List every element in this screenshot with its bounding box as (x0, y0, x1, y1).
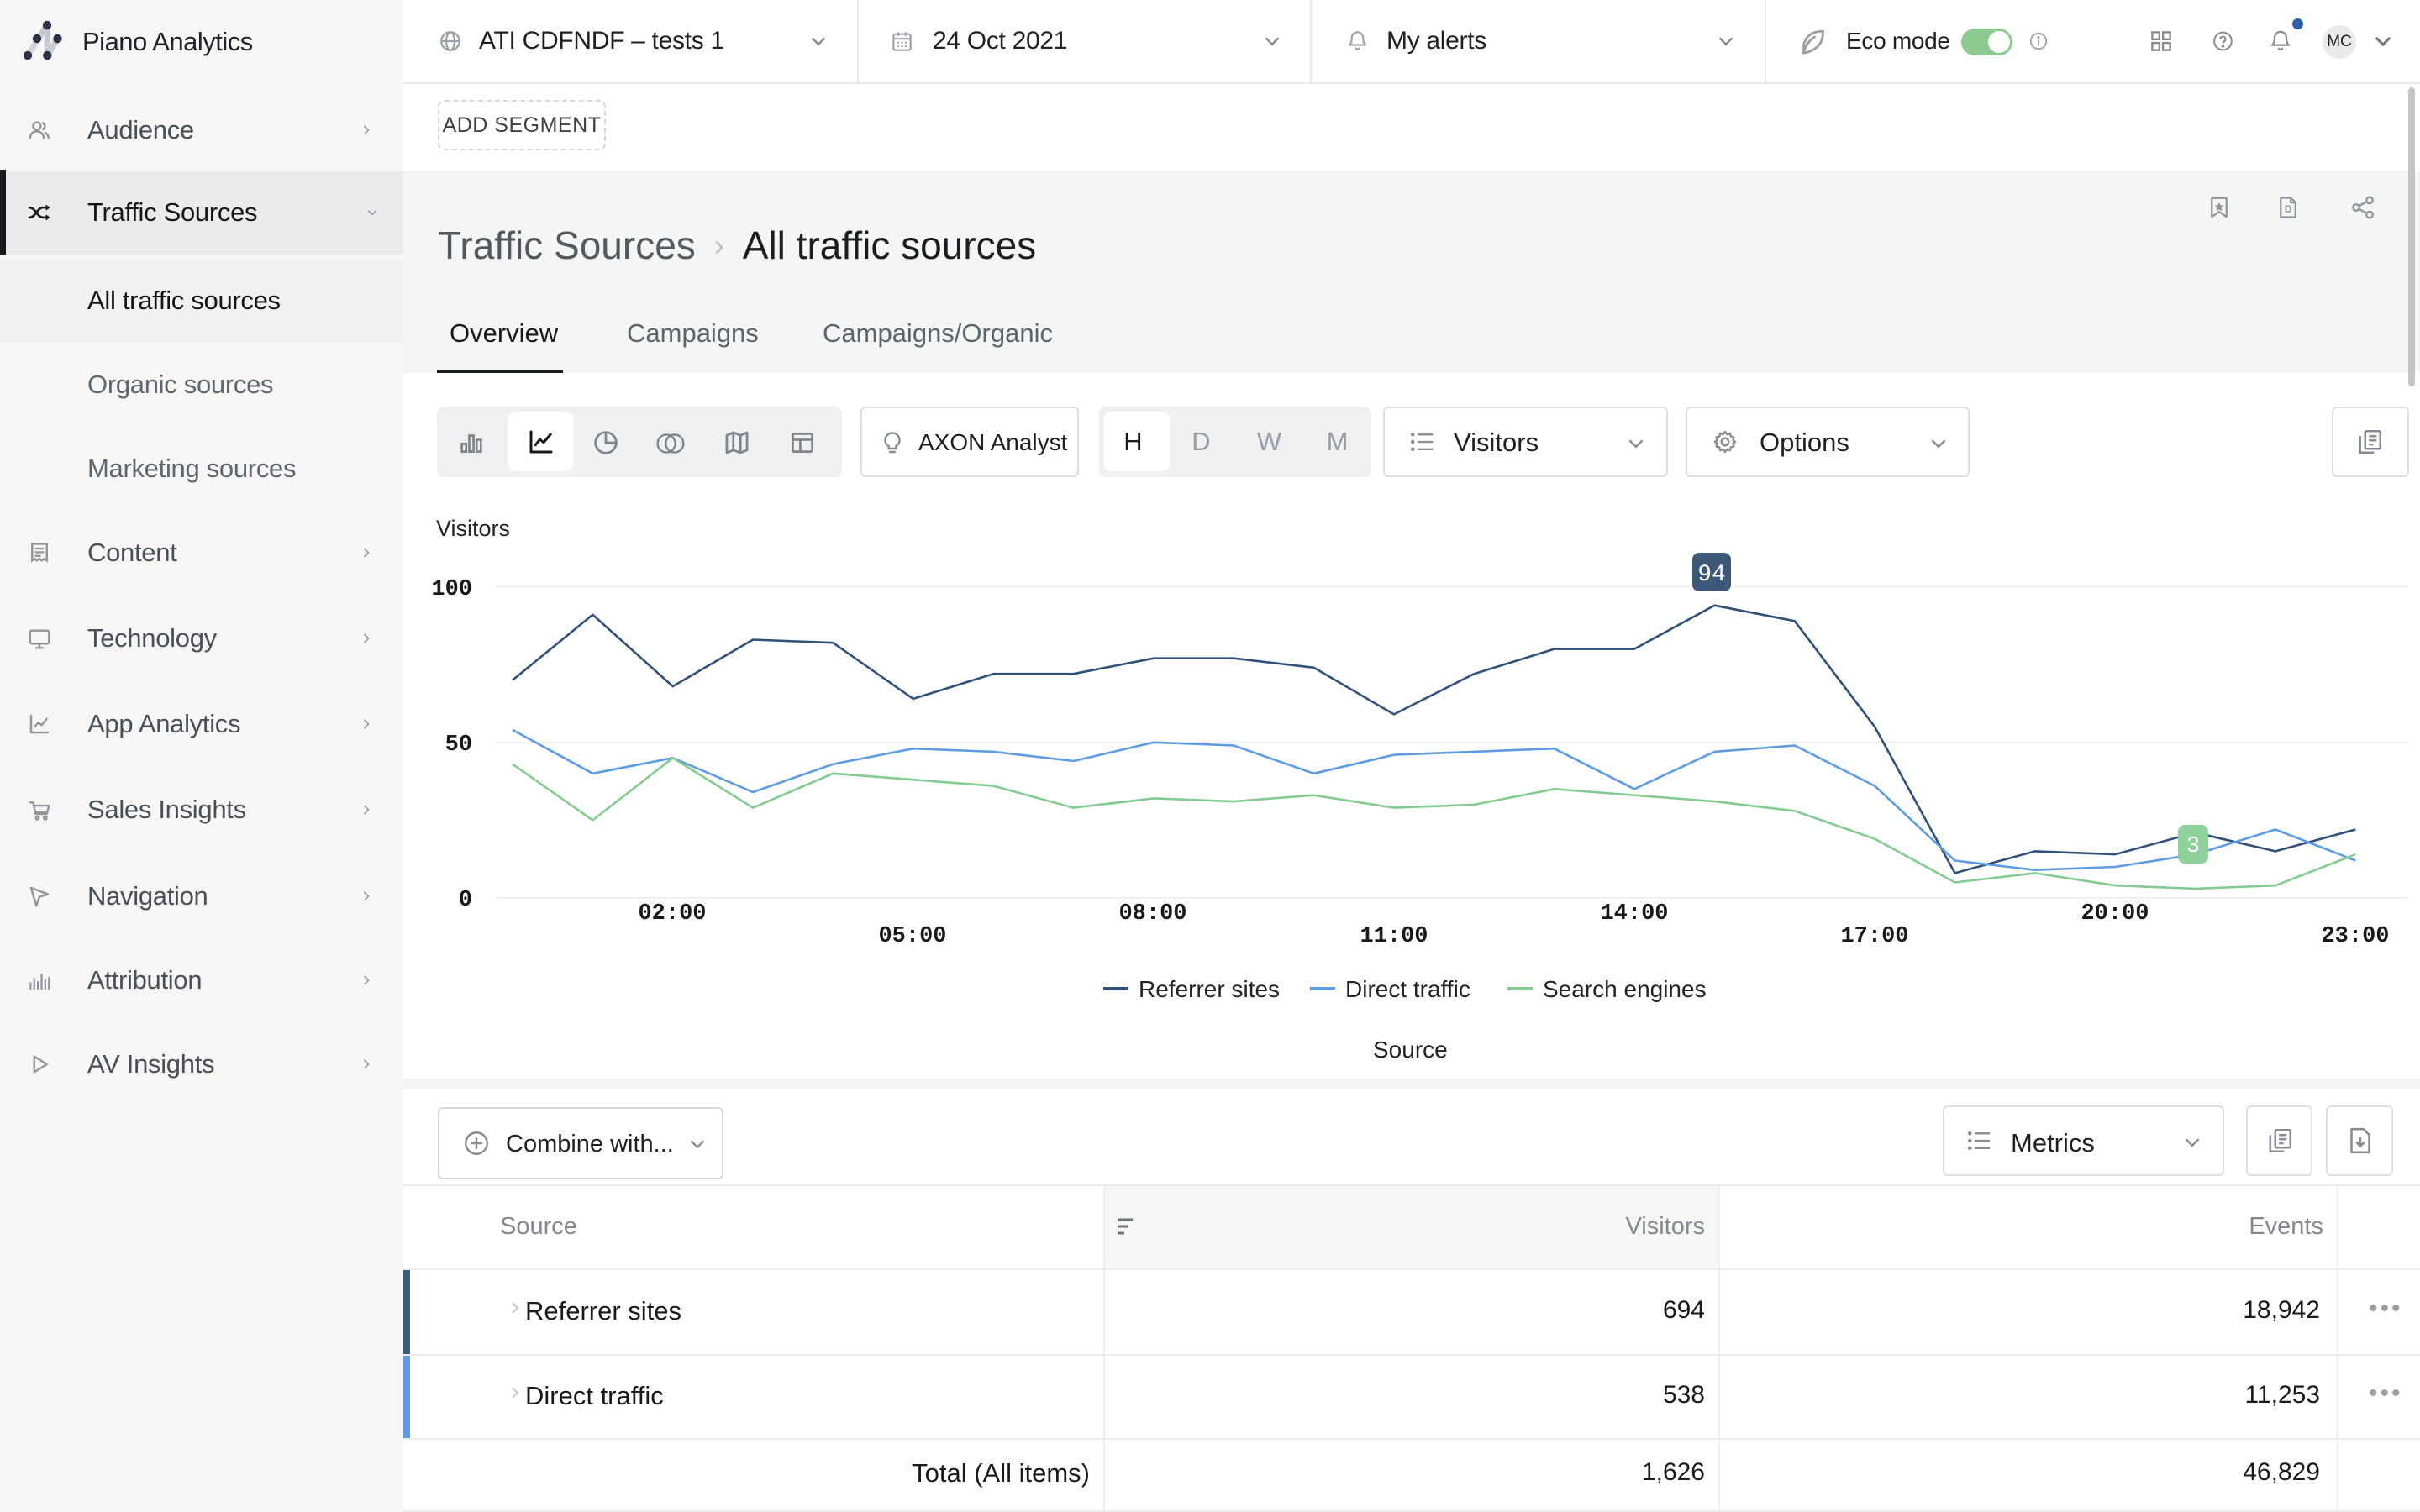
svg-text:D: D (2285, 203, 2292, 215)
svg-text:94: 94 (1697, 562, 1726, 588)
svg-text:05:00: 05:00 (878, 924, 946, 949)
svg-text:100: 100 (431, 577, 472, 602)
svg-text:17:00: 17:00 (1840, 924, 1908, 949)
svg-text:50: 50 (445, 732, 472, 758)
svg-text:0: 0 (459, 888, 472, 913)
svg-text:3: 3 (2186, 834, 2200, 859)
svg-text:02:00: 02:00 (638, 901, 706, 927)
svg-text:20:00: 20:00 (2081, 901, 2149, 927)
svg-text:08:00: 08:00 (1118, 901, 1186, 927)
svg-text:23:00: 23:00 (2321, 924, 2389, 949)
svg-text:11:00: 11:00 (1360, 924, 1428, 949)
svg-text:14:00: 14:00 (1600, 901, 1668, 927)
